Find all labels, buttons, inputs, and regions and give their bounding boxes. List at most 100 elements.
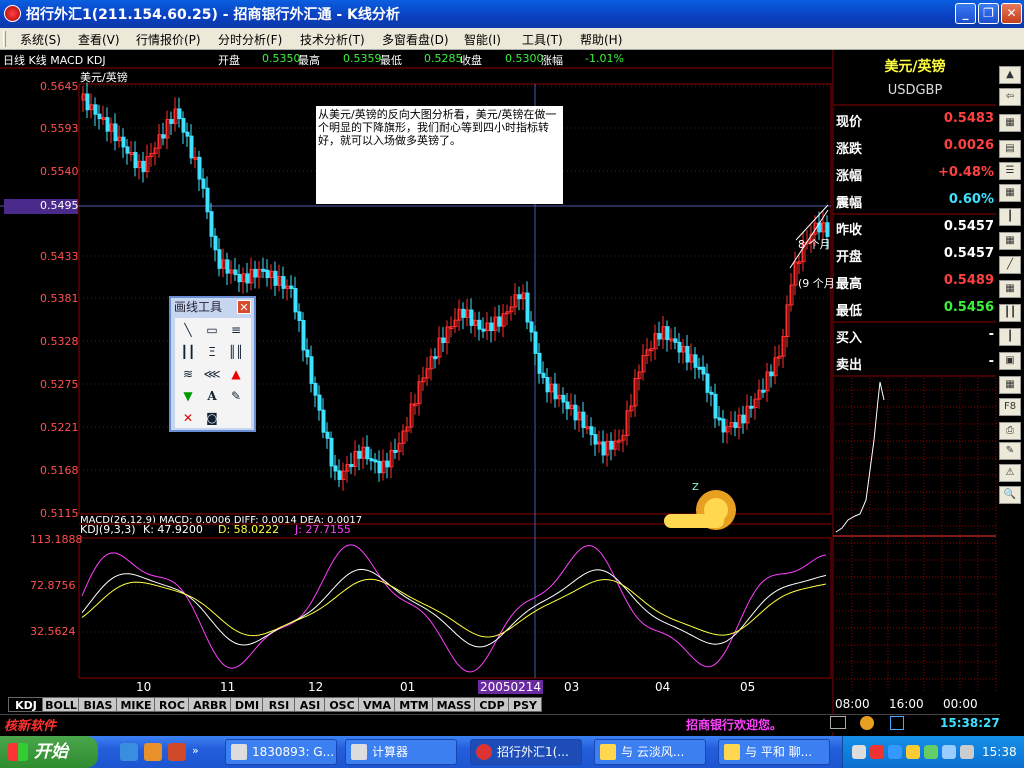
zoom-icon[interactable]: 🔍 bbox=[999, 486, 1021, 504]
quote-label: 涨跌 bbox=[836, 142, 863, 157]
gann-tool-icon[interactable]: Ξ bbox=[201, 342, 223, 362]
keyboard-icon[interactable] bbox=[852, 745, 866, 759]
task-item[interactable]: 1830893: G... bbox=[225, 739, 337, 765]
chart-icon[interactable]: ▦ bbox=[999, 114, 1021, 132]
tray-misc-icon[interactable] bbox=[960, 745, 974, 759]
candle-body bbox=[573, 404, 578, 421]
ie-icon[interactable] bbox=[120, 743, 138, 761]
line-tool-icon[interactable]: ╲ bbox=[177, 320, 199, 340]
drawing-toolbox[interactable]: 画线工具 ✕ ╲ ▭ ≡ ┃┃ Ξ ║║ ≋ ⋘ ▲ ▼ A ✎ ✕ ◙ bbox=[169, 296, 256, 432]
tab-rsi[interactable]: RSI bbox=[262, 697, 296, 712]
print-icon[interactable]: ⎙ bbox=[999, 422, 1021, 440]
candle-body bbox=[177, 108, 182, 120]
tab-boll[interactable]: BOLL bbox=[42, 697, 80, 712]
quote-value: 0.5457 bbox=[943, 219, 994, 234]
text-tool-icon[interactable]: A bbox=[201, 386, 223, 406]
messenger-icon[interactable] bbox=[942, 745, 956, 759]
quote-value: 0.5483 bbox=[943, 111, 994, 126]
bar-icon[interactable]: ┃ bbox=[999, 328, 1021, 346]
candle-body bbox=[369, 458, 374, 462]
scroll-up-icon[interactable]: ▲ bbox=[999, 66, 1021, 84]
warning-icon[interactable]: ⚠ bbox=[999, 464, 1021, 482]
window-icon[interactable]: ▣ bbox=[999, 352, 1021, 370]
grid-icon[interactable]: ▦ bbox=[999, 184, 1021, 202]
chart-icon[interactable]: ▦ bbox=[999, 280, 1021, 298]
trend-icon[interactable]: ╱ bbox=[999, 256, 1021, 274]
eraser-tool-icon[interactable]: ✎ bbox=[225, 386, 247, 406]
quote-value: 0.60% bbox=[948, 192, 994, 207]
window-icon[interactable] bbox=[890, 716, 904, 730]
task-item-active[interactable]: 招行外汇1(... bbox=[470, 739, 582, 765]
lion-small-icon[interactable] bbox=[860, 716, 874, 730]
parallel-tool-icon[interactable]: ≡ bbox=[225, 320, 247, 340]
monitor-icon[interactable] bbox=[830, 716, 846, 729]
delete-tool-icon[interactable]: ✕ bbox=[177, 408, 199, 428]
candle-body bbox=[545, 376, 550, 393]
quick-launch-more-icon[interactable]: » bbox=[192, 744, 199, 757]
task-item[interactable]: 与 云淡风... bbox=[594, 739, 706, 765]
fan-tool-icon[interactable]: ⋘ bbox=[201, 364, 223, 384]
tab-mike[interactable]: MIKE bbox=[116, 697, 156, 712]
list-icon[interactable]: ☰ bbox=[999, 162, 1021, 180]
arrow-left-icon[interactable]: ⇦ bbox=[999, 88, 1021, 106]
qq-icon[interactable] bbox=[906, 745, 920, 759]
task-label: 与 平和 聊... bbox=[745, 745, 813, 759]
price-tick: 0.5645 bbox=[40, 80, 79, 93]
tab-asi[interactable]: ASI bbox=[294, 697, 326, 712]
volume-icon[interactable] bbox=[924, 745, 938, 759]
quote-value: - bbox=[988, 327, 994, 342]
toolbox-close-button[interactable]: ✕ bbox=[237, 300, 251, 314]
quote-label: 昨收 bbox=[836, 223, 863, 238]
task-item[interactable]: 计算器 bbox=[345, 739, 457, 765]
f8-icon[interactable]: F8 bbox=[999, 398, 1021, 416]
firefox-icon[interactable] bbox=[144, 743, 162, 761]
toolbox-grid: ╲ ▭ ≡ ┃┃ Ξ ║║ ≋ ⋘ ▲ ▼ A ✎ ✕ ◙ bbox=[175, 318, 251, 428]
analysis-note[interactable]: 从美元/英镑的反向大图分析看，美元/英镑在做一个明显的下降旗形，我们耐心等到四小… bbox=[316, 106, 563, 204]
candle-body bbox=[517, 294, 522, 300]
speed-line-icon[interactable]: ≋ bbox=[177, 364, 199, 384]
tab-dmi[interactable]: DMI bbox=[230, 697, 264, 712]
tray-app-icon[interactable] bbox=[870, 745, 884, 759]
network-icon[interactable] bbox=[888, 745, 902, 759]
kline-icon[interactable]: ┃┃ bbox=[999, 304, 1021, 322]
quick-launch-icon[interactable] bbox=[168, 743, 186, 761]
bar-icon[interactable]: ┃ bbox=[999, 208, 1021, 226]
tab-psy[interactable]: PSY bbox=[508, 697, 542, 712]
tab-roc[interactable]: ROC bbox=[154, 697, 190, 712]
tab-mtm[interactable]: MTM bbox=[394, 697, 434, 712]
task-item[interactable]: 与 平和 聊... bbox=[718, 739, 830, 765]
candle-body bbox=[741, 414, 746, 424]
tab-arbr[interactable]: ARBR bbox=[188, 697, 232, 712]
candle-body bbox=[393, 449, 398, 453]
candle-body bbox=[561, 394, 566, 403]
start-button[interactable]: 开始 bbox=[0, 736, 98, 768]
welcome-message: 招商银行欢迎您。 bbox=[686, 718, 783, 732]
pen-icon[interactable]: ✎ bbox=[999, 442, 1021, 460]
cycle-tool-icon[interactable]: ║║ bbox=[225, 342, 247, 362]
candle-body bbox=[185, 131, 190, 137]
grid-icon[interactable]: ▦ bbox=[999, 376, 1021, 394]
grid-icon[interactable]: ▦ bbox=[999, 232, 1021, 250]
candle-body bbox=[121, 136, 126, 148]
tab-mass[interactable]: MASS bbox=[432, 697, 476, 712]
rect-tool-icon[interactable]: ▭ bbox=[201, 320, 223, 340]
open-label: 开盘 bbox=[218, 54, 240, 67]
tab-kdj[interactable]: KDJ bbox=[8, 697, 44, 712]
tab-cdp[interactable]: CDP bbox=[474, 697, 510, 712]
tab-osc[interactable]: OSC bbox=[324, 697, 360, 712]
down-arrow-icon[interactable]: ▼ bbox=[177, 386, 199, 406]
candle-body bbox=[293, 288, 298, 313]
taskbar-clock: 15:38 bbox=[982, 745, 1017, 759]
tab-bias[interactable]: BIAS bbox=[78, 697, 118, 712]
candle-body bbox=[245, 273, 250, 284]
fib-tool-icon[interactable]: ┃┃ bbox=[177, 342, 199, 362]
vendor-logo: 核新软件 bbox=[4, 719, 57, 734]
candle-body bbox=[141, 160, 146, 173]
table-icon[interactable]: ▤ bbox=[999, 140, 1021, 158]
hide-tool-icon[interactable]: ◙ bbox=[201, 408, 223, 428]
quote-label: 买入 bbox=[836, 331, 863, 346]
candle-body bbox=[217, 249, 222, 269]
candle-body bbox=[433, 356, 438, 360]
up-arrow-icon[interactable]: ▲ bbox=[225, 364, 247, 384]
tab-vma[interactable]: VMA bbox=[358, 697, 396, 712]
